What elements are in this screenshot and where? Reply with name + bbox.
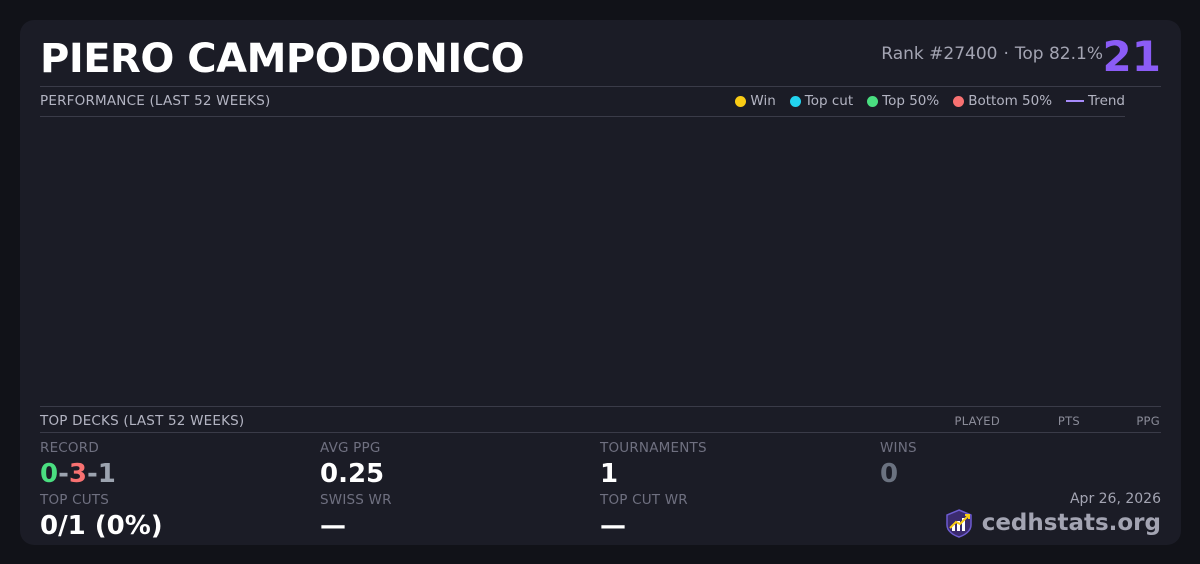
wins-label: WINS	[880, 440, 917, 456]
legend-top-cut-dot-icon	[789, 95, 801, 107]
rank-summary: Rank #27400 · Top 82.1%	[881, 43, 1103, 65]
top-cuts-label: TOP CUTS	[40, 492, 110, 508]
legend-top-cut-label: Top cut	[804, 93, 854, 109]
brand-link[interactable]: cedhstats.org	[944, 508, 1161, 538]
record-sep-2: -	[86, 459, 98, 489]
top-cut-wr-label: TOP CUT WR	[600, 492, 688, 508]
legend-trend-label: Trend	[1088, 93, 1125, 109]
legend-win: Win	[735, 92, 776, 110]
player-card: PIERO CAMPODONICO Rank #27400 · Top 82.1% …	[20, 20, 1181, 545]
tournaments-label: TOURNAMENTS	[600, 440, 707, 456]
swiss-wr-value: —	[320, 511, 346, 541]
legend-top-50-dot-icon	[867, 95, 879, 107]
record-label: RECORD	[40, 440, 99, 456]
swiss-wr-label: SWISS WR	[320, 492, 392, 508]
performance-chart-area	[40, 117, 1125, 405]
top-decks-title: TOP DECKS (LAST 52 WEEKS)	[40, 413, 245, 429]
legend-bottom-50-label: Bottom 50%	[968, 93, 1053, 109]
rank-label: Rank #27400	[881, 44, 998, 64]
legend-top-50-label: Top 50%	[882, 93, 940, 109]
wins-value: 0	[880, 459, 899, 489]
snapshot-date: Apr 26, 2026	[1069, 491, 1161, 507]
legend-win-dot-icon	[735, 95, 747, 107]
chart-bottom-divider	[40, 406, 1161, 407]
col-ppg-header: PPG	[1136, 414, 1160, 428]
legend-win-label: Win	[750, 93, 776, 109]
tournaments-value: 1	[600, 459, 619, 489]
rank-score: 21	[1102, 32, 1161, 81]
legend-trend-line-icon	[1066, 100, 1085, 102]
top-cuts-value: 0/1 (0%)	[40, 511, 163, 541]
decks-divider	[40, 432, 1161, 433]
avg-ppg-label: AVG PPG	[320, 440, 381, 456]
record-wins: 0	[40, 459, 59, 489]
rank-separator: ·	[1003, 44, 1009, 64]
legend-bottom-50-dot-icon	[953, 95, 965, 107]
record-draws: 1	[97, 459, 116, 489]
chart-shield-logo-icon	[945, 509, 972, 538]
legend-trend: Trend	[1066, 92, 1125, 110]
record-value: 0-3-1	[40, 459, 116, 489]
avg-ppg-value: 0.25	[320, 459, 385, 489]
col-pts-header: PTS	[1057, 414, 1080, 428]
legend-top-50: Top 50%	[867, 92, 939, 110]
brand-name: cedhstats.org	[981, 510, 1161, 536]
col-played-header: PLAYED	[954, 414, 1000, 428]
legend-top-cut: Top cut	[789, 92, 854, 110]
top-cut-wr-value: —	[600, 511, 626, 541]
top-percent: Top 82.1%	[1014, 44, 1103, 64]
legend-bottom-50: Bottom 50%	[953, 92, 1052, 110]
header-divider	[40, 86, 1161, 87]
player-name: PIERO CAMPODONICO	[40, 36, 525, 82]
record-losses: 3	[68, 459, 87, 489]
performance-title: PERFORMANCE (LAST 52 WEEKS)	[40, 93, 271, 109]
record-sep-1: -	[58, 459, 69, 489]
performance-legend: Win Top cut Top 50% Bottom 50% Trend	[735, 92, 1125, 110]
